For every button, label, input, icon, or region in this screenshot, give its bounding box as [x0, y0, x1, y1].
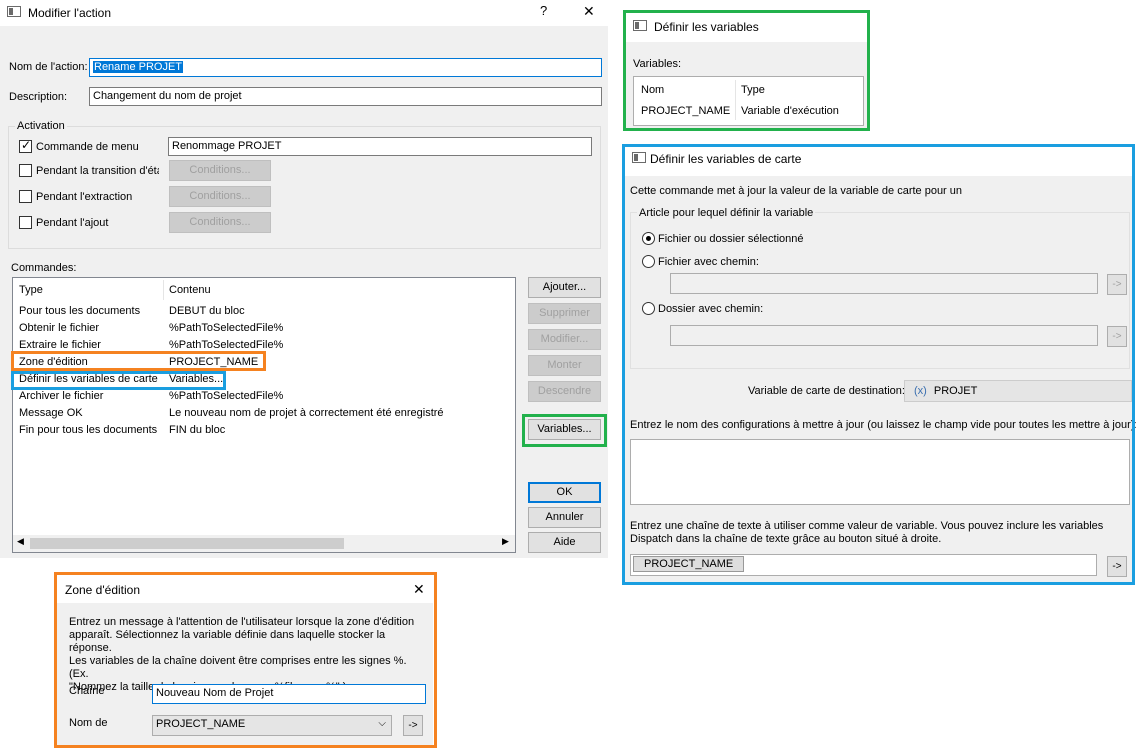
modifier-action-dialog: Modifier l'action ? ✕ Nom de l'action: R…	[0, 0, 608, 558]
close-icon[interactable]: ✕	[583, 3, 595, 20]
delete-button[interactable]: Supprimer	[528, 303, 601, 324]
commands-label: Commandes:	[11, 262, 77, 274]
scroll-thumb[interactable]	[30, 538, 344, 549]
ajout-label: Pendant l'ajout	[36, 217, 109, 229]
column-contenu[interactable]: Contenu	[169, 284, 211, 296]
scroll-left-icon[interactable]: ◀	[17, 536, 24, 547]
ajout-conditions-button[interactable]: Conditions...	[169, 212, 271, 233]
table-row[interactable]: Pour tous les documents DEBUT du bloc	[13, 303, 515, 320]
extraction-checkbox[interactable]	[19, 190, 32, 203]
title-bar: Modifier l'action ? ✕	[0, 0, 608, 26]
table-row[interactable]: Message OK Le nouveau nom de projet à cor…	[13, 405, 515, 422]
ok-button[interactable]: OK	[528, 482, 601, 503]
blue-highlight-frame	[622, 144, 1135, 585]
ajout-checkbox[interactable]	[19, 216, 32, 229]
modify-button[interactable]: Modifier...	[528, 329, 601, 350]
action-name-value: Rename PROJET	[93, 61, 184, 73]
transition-label: Pendant la transition d'état	[36, 165, 159, 177]
table-row[interactable]: Obtenir le fichier %PathToSelectedFile%	[13, 320, 515, 337]
help-button[interactable]: ?	[540, 3, 547, 18]
extraction-label: Pendant l'extraction	[36, 191, 133, 203]
orange-highlight-frame	[54, 572, 437, 748]
green-highlight-frame	[623, 10, 870, 131]
cancel-button[interactable]: Annuler	[528, 507, 601, 528]
window-title: Modifier l'action	[28, 6, 111, 20]
scroll-right-icon[interactable]: ▶	[502, 536, 509, 547]
table-row[interactable]: Archiver le fichier %PathToSelectedFile%	[13, 388, 515, 405]
move-up-button[interactable]: Monter	[528, 355, 601, 376]
horizontal-scrollbar[interactable]: ◀ ▶	[13, 535, 515, 552]
action-name-label: Nom de l'action:	[9, 61, 88, 73]
column-divider	[163, 280, 164, 300]
description-input[interactable]: Changement du nom de projet	[89, 87, 602, 106]
blue-highlight-row	[11, 371, 226, 390]
menu-command-input[interactable]: Renommage PROJET	[168, 137, 592, 156]
add-button[interactable]: Ajouter...	[528, 277, 601, 298]
description-label: Description:	[9, 91, 68, 103]
green-highlight-variables-button	[522, 414, 607, 447]
action-name-input[interactable]: Rename PROJET	[89, 58, 602, 77]
orange-highlight-row	[11, 351, 266, 371]
transition-conditions-button[interactable]: Conditions...	[169, 160, 271, 181]
transition-checkbox[interactable]	[19, 164, 32, 177]
commands-list[interactable]: Type Contenu Pour tous les documents DEBU…	[12, 277, 516, 553]
help-action-button[interactable]: Aide	[528, 532, 601, 553]
move-down-button[interactable]: Descendre	[528, 381, 601, 402]
column-type[interactable]: Type	[19, 284, 43, 296]
commands-header: Type Contenu	[13, 282, 515, 299]
window-icon	[7, 6, 21, 17]
activation-label: Activation	[15, 120, 67, 132]
extraction-conditions-button[interactable]: Conditions...	[169, 186, 271, 207]
table-row[interactable]: Fin pour tous les documents FIN du bloc	[13, 422, 515, 439]
menu-command-checkbox[interactable]	[19, 138, 32, 153]
menu-command-label: Commande de menu	[36, 141, 139, 153]
